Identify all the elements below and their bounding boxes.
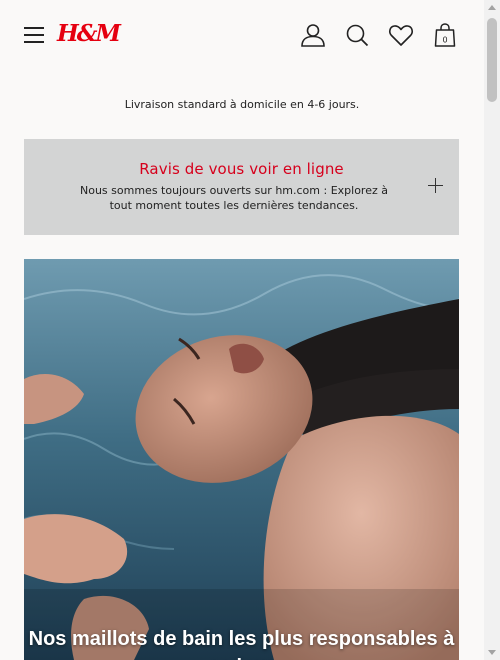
hero-image: [24, 259, 459, 660]
scrollbar-thumb[interactable]: [487, 18, 497, 102]
cart-count: 0: [442, 36, 447, 45]
scroll-up-arrow-icon[interactable]: [488, 5, 496, 10]
promo-text: Nous sommes toujours ouverts sur hm.com …: [80, 184, 388, 212]
promo-banner[interactable]: Ravis de vous voir en ligne Nous sommes …: [24, 139, 459, 235]
favorites-icon[interactable]: [388, 22, 414, 48]
hero-caption: Nos maillots de bain les plus responsabl…: [28, 628, 455, 660]
header-actions: 0: [300, 22, 458, 48]
hm-logo[interactable]: H&M: [57, 20, 121, 47]
hero-banner[interactable]: Nos maillots de bain les plus responsabl…: [24, 259, 459, 660]
menu-icon[interactable]: [24, 27, 44, 43]
site-header: H&M 0: [0, 0, 484, 72]
delivery-info: Livraison standard à domicile en 4-6 jou…: [124, 98, 360, 111]
page-scrollbar[interactable]: [484, 0, 500, 660]
search-icon[interactable]: [344, 22, 370, 48]
scroll-down-arrow-icon[interactable]: [488, 650, 496, 655]
expand-plus-icon[interactable]: [427, 177, 445, 195]
shopping-bag-icon[interactable]: 0: [432, 22, 458, 48]
promo-title: Ravis de vous voir en ligne: [139, 160, 344, 178]
account-icon[interactable]: [300, 22, 326, 48]
